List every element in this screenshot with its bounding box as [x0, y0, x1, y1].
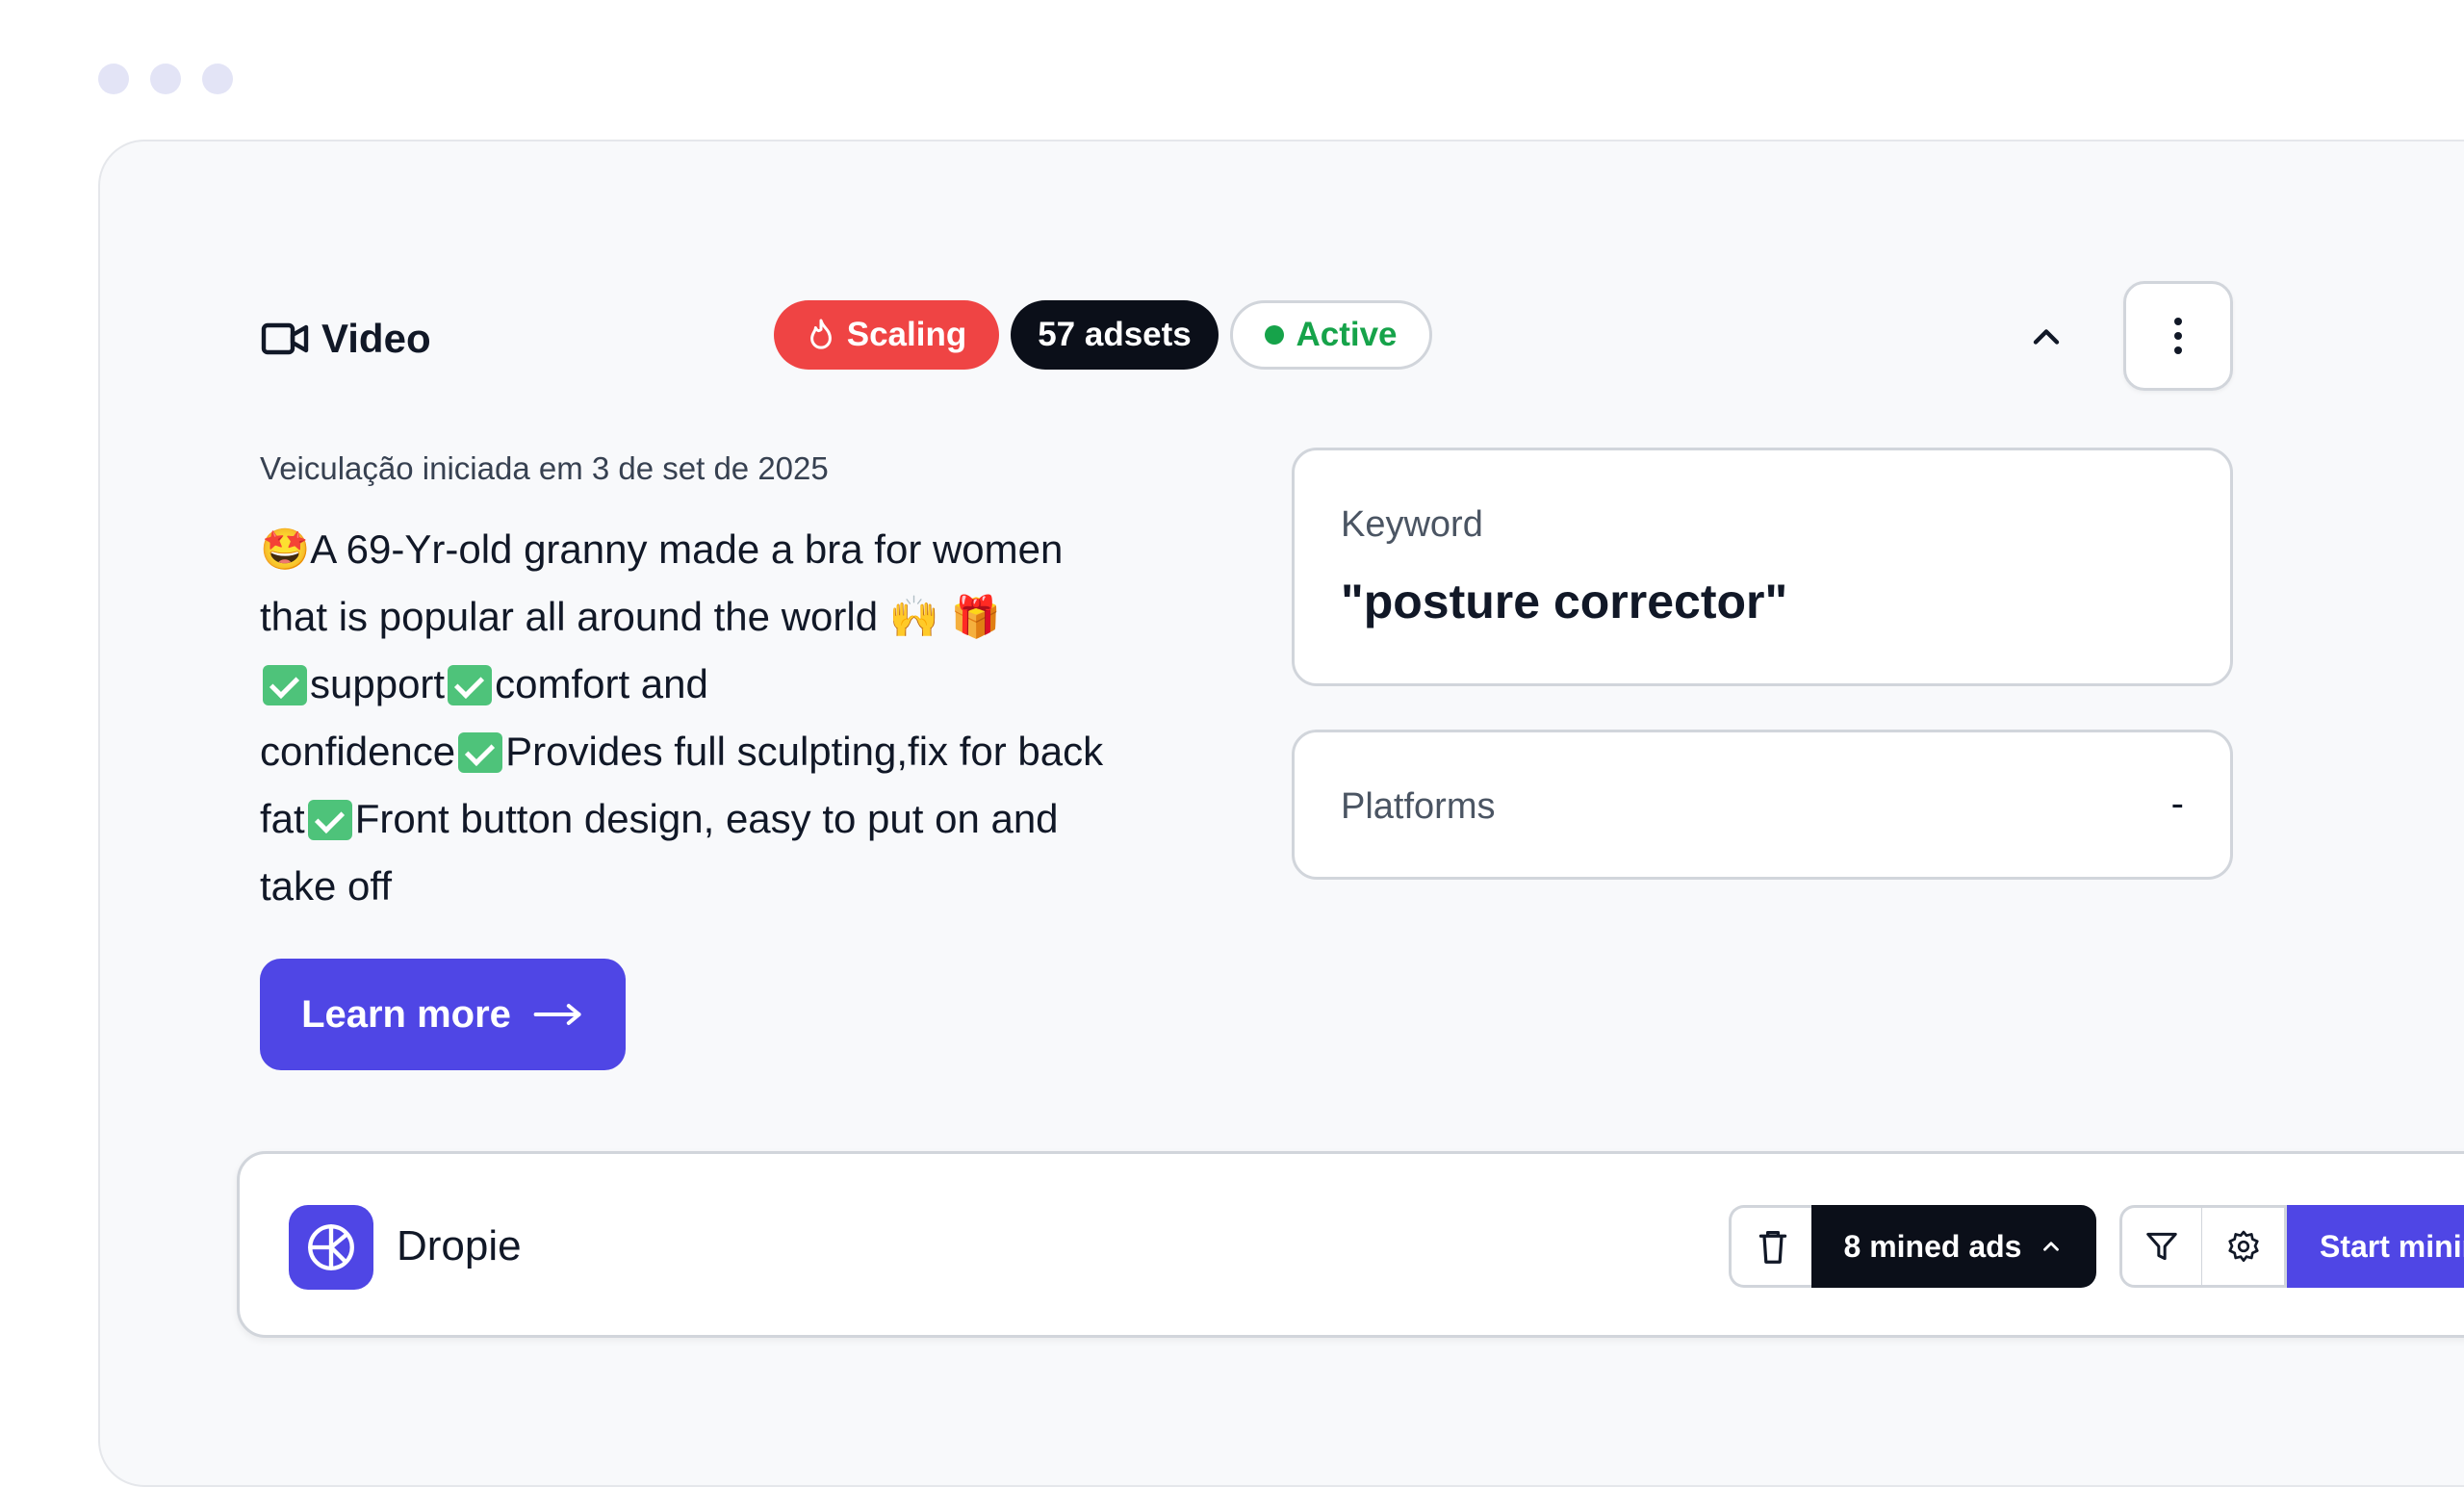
mined-ads-label: 8 mined ads	[1843, 1228, 2022, 1264]
platforms-label: Platforms	[1341, 786, 1496, 827]
platforms-box: Platforms -	[1292, 730, 2233, 880]
flame-icon	[807, 319, 835, 351]
ad-copy-line: take off	[260, 863, 392, 909]
learn-more-label: Learn more	[301, 992, 511, 1036]
platforms-value: -	[2170, 782, 2184, 825]
status-dot	[1265, 325, 1285, 345]
ad-copy-line: that is popular all around the world	[260, 594, 879, 639]
arrow-right-icon	[533, 1004, 581, 1025]
checkmark-icon	[307, 800, 352, 840]
settings-button[interactable]	[2202, 1205, 2287, 1288]
chevron-up-icon	[2043, 1242, 2060, 1251]
mined-ads-button[interactable]: 8 mined ads	[1811, 1205, 2096, 1288]
checkmark-icon	[263, 665, 307, 705]
kebab-dot	[2174, 346, 2182, 354]
trash-icon	[1758, 1230, 1786, 1264]
kebab-dot	[2174, 318, 2182, 325]
raised-hands-emoji-icon: 🙌	[888, 593, 940, 640]
window-dot	[150, 64, 181, 94]
gear-icon	[2227, 1230, 2259, 1263]
ad-copy-line: comfort and	[495, 661, 708, 706]
adsets-badge: 57 adsets	[1011, 300, 1219, 370]
start-mining-label: Start minin	[2320, 1228, 2464, 1264]
start-mining-button[interactable]: Start minin	[2287, 1205, 2464, 1288]
scaling-badge-label: Scaling	[846, 316, 967, 353]
ad-copy-line: Provides full sculpting,fix for back	[505, 729, 1104, 774]
ad-copy-line: support	[310, 661, 446, 706]
chevron-up-icon[interactable]	[2025, 316, 2067, 358]
ad-type-text: Video	[321, 316, 431, 361]
ad-copy-line: fat	[260, 796, 305, 841]
ad-copy-text: 🤩A 69-Yr-old granny made a bra for women…	[260, 516, 1222, 920]
gift-emoji-icon: 🎁	[950, 593, 1001, 640]
keyword-box: Keyword "posture corrector"	[1292, 448, 2233, 686]
checkmark-icon	[448, 665, 493, 705]
checkmark-icon	[458, 732, 503, 773]
window-dots	[98, 64, 233, 94]
video-camera-icon	[260, 320, 310, 358]
ad-type-label: Video	[260, 316, 431, 362]
keyword-label: Keyword	[1341, 504, 1483, 545]
filter-button[interactable]	[2119, 1205, 2204, 1288]
brand-name: Dropie	[397, 1222, 522, 1269]
star-struck-emoji-icon: 🤩	[260, 526, 311, 573]
dropie-logo-icon	[289, 1205, 373, 1290]
ad-copy-line: Front button design, easy to put on and	[354, 796, 1059, 841]
filter-icon	[2146, 1232, 2177, 1261]
ad-copy-line: confidence	[260, 729, 456, 774]
kebab-dot	[2174, 332, 2182, 340]
delete-button[interactable]	[1729, 1205, 1813, 1288]
start-date-text: Veiculação iniciada em 3 de set de 2025	[260, 450, 829, 486]
learn-more-button[interactable]: Learn more	[260, 959, 626, 1070]
scaling-badge: Scaling	[774, 300, 999, 370]
adsets-badge-label: 57 adsets	[1038, 316, 1192, 353]
status-badge: Active	[1230, 300, 1432, 370]
keyword-value: "posture corrector"	[1341, 575, 1788, 628]
window-dot	[202, 64, 233, 94]
more-options-button[interactable]	[2123, 281, 2233, 391]
status-badge-label: Active	[1296, 316, 1398, 353]
ad-copy-line: A 69-Yr-old granny made a bra for women	[310, 526, 1064, 572]
window-dot	[98, 64, 129, 94]
